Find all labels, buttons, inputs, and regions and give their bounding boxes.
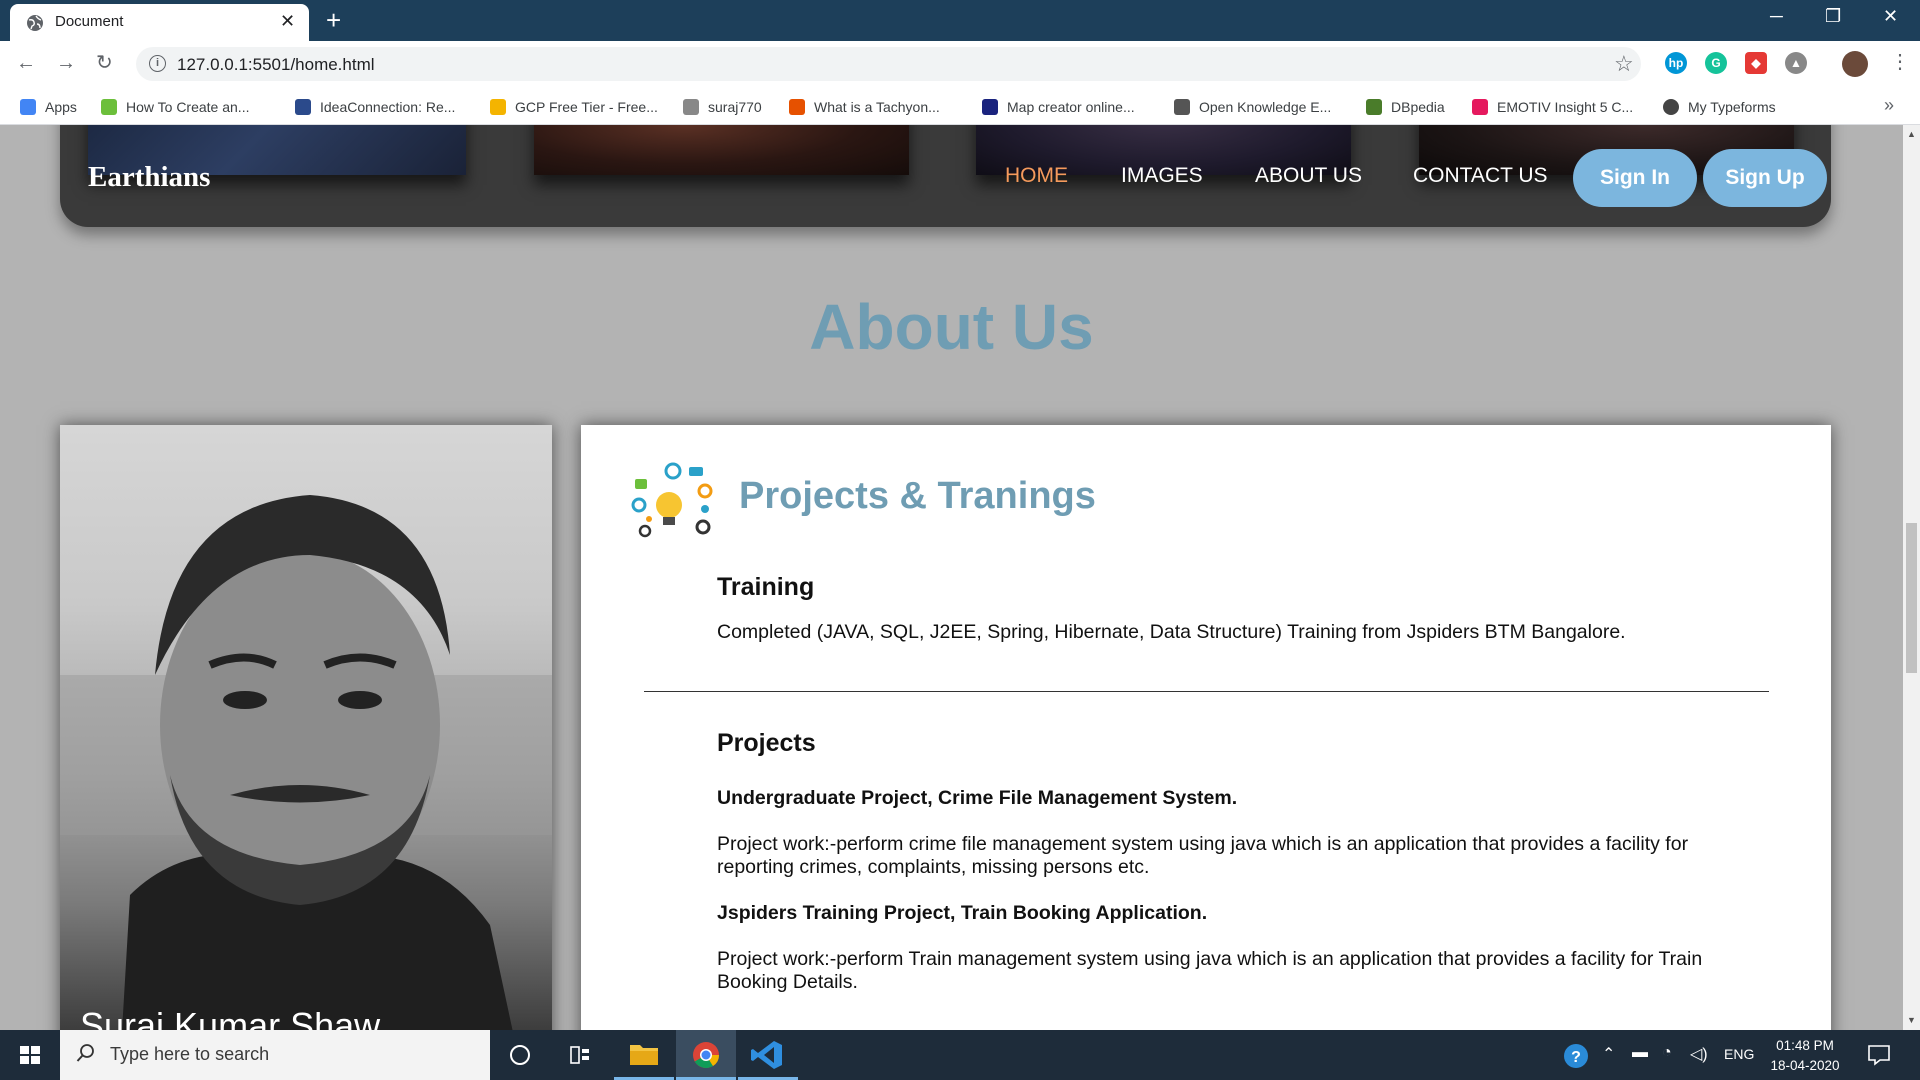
grammarly-icon[interactable]: G [1705,52,1727,74]
new-tab-icon[interactable]: + [326,6,341,34]
task-view-icon[interactable] [550,1030,610,1080]
bookmarks-overflow-icon[interactable]: » [1884,95,1894,116]
page-viewport: Earthians HOME IMAGES ABOUT US CONTACT U… [0,125,1903,1030]
tab-strip: Document ✕ + ─ ❐ ✕ [0,0,1920,41]
tab-title: Document [55,13,124,30]
browser-toolbar: ← → ↻ i 127.0.0.1:5501/home.html ☆ hp G … [0,41,1920,87]
bookmark-item[interactable]: My Typeforms [1663,97,1776,117]
dots-grid-icon [683,99,699,115]
bookmark-item[interactable]: DBpedia [1366,97,1445,117]
dbpedia-icon [1366,99,1382,115]
drive-extension-icon[interactable]: ▲ [1785,52,1807,74]
window-close-icon[interactable]: ✕ [1883,6,1898,26]
clock-time: 01:48 PM [1776,1038,1834,1053]
help-icon[interactable]: ? [1562,1042,1590,1070]
bookmark-item[interactable]: suraj770 [683,97,762,117]
menu-icon[interactable]: ⋮ [1890,49,1910,75]
emotiv-icon [1472,99,1488,115]
taskbar-search-box[interactable]: Type here to search [60,1030,490,1080]
browser-tab[interactable]: Document ✕ [10,4,309,41]
bookmark-item[interactable]: Map creator online... [982,97,1135,117]
wifi-icon[interactable]: ◔ [1662,1044,1672,1062]
nav-images[interactable]: IMAGES [1121,164,1203,188]
section-divider [644,691,1769,692]
bookmark-apps[interactable]: Apps [20,97,77,117]
volume-icon[interactable]: ◁) [1690,1044,1708,1064]
url-text[interactable]: 127.0.0.1:5501/home.html [177,55,375,75]
card-title: Projects & Tranings [739,475,1096,517]
profile-avatar[interactable] [1842,51,1868,77]
tachyon-icon [789,99,805,115]
lightbulb-ideas-icon [631,462,713,538]
page-scrollbar[interactable]: ▲ ▼ [1903,125,1920,1030]
ideaconnection-icon [295,99,311,115]
bookmark-item[interactable]: Open Knowledge E... [1174,97,1331,117]
nav-contact-us[interactable]: CONTACT US [1413,164,1548,188]
restore-icon[interactable]: ❐ [1825,6,1841,26]
zm-icon [982,99,998,115]
training-heading: Training [717,573,815,601]
projects-card: Projects & Tranings Training Completed (… [581,425,1831,1030]
sign-in-button[interactable]: Sign In [1573,149,1697,207]
profile-name: Suraj Kumar Shaw [80,1005,381,1030]
hp-extension-icon[interactable]: hp [1665,52,1687,74]
site-logo[interactable]: Earthians [88,161,210,194]
bookmark-item[interactable]: How To Create an... [101,97,249,117]
globe-icon [27,15,43,31]
forward-icon[interactable]: → [56,52,76,74]
code-icon [101,99,117,115]
scroll-up-icon[interactable]: ▲ [1907,129,1916,139]
language-indicator[interactable]: ENG [1724,1046,1754,1062]
projects-heading: Projects [717,729,816,757]
shield-extension-icon[interactable]: ◆ [1745,52,1767,74]
svg-text:?: ? [1571,1049,1581,1066]
apps-grid-icon [20,99,36,115]
chevron-up-icon[interactable]: ⌃ [1602,1044,1615,1064]
tab-close-icon[interactable]: ✕ [280,12,295,30]
chrome-taskbar-icon[interactable] [676,1030,736,1080]
search-icon [76,1044,94,1062]
project-description: Project work:-perform Train management s… [717,948,1703,993]
scroll-down-icon[interactable]: ▼ [1907,1015,1916,1025]
bookmark-item[interactable]: EMOTIV Insight 5 C... [1472,97,1633,117]
search-placeholder: Type here to search [110,1044,270,1064]
project-title: Undergraduate Project, Crime File Manage… [717,787,1238,809]
vscode-taskbar-icon[interactable] [738,1030,798,1080]
typeform-icon [1663,99,1679,115]
reload-icon[interactable]: ↻ [96,52,113,74]
scroll-thumb[interactable] [1906,523,1917,673]
windows-logo-icon [20,1046,40,1064]
bookmark-item[interactable]: IdeaConnection: Re... [295,97,455,117]
bookmark-star-icon[interactable]: ☆ [1614,51,1634,77]
file-explorer-icon[interactable] [614,1030,674,1080]
page-title: About Us [809,291,1094,363]
globe-icon [1174,99,1190,115]
battery-icon[interactable]: ▬ [1632,1044,1648,1062]
notification-icon[interactable] [1867,1043,1891,1067]
profile-photo-card: Suraj Kumar Shaw [60,425,552,1030]
training-text: Completed (JAVA, SQL, J2EE, Spring, Hibe… [717,621,1626,643]
clock-date: 18-04-2020 [1770,1058,1840,1073]
project-description: Project work:-perform crime file managem… [717,833,1689,878]
back-icon[interactable]: ← [16,52,36,74]
minimize-icon[interactable]: ─ [1770,6,1783,26]
bookmark-item[interactable]: What is a Tachyon... [789,97,940,117]
nav-home[interactable]: HOME [1005,164,1068,188]
clock[interactable]: 01:48 PM 18-04-2020 [1760,1036,1850,1076]
profile-photo [60,495,552,1030]
nav-about-us[interactable]: ABOUT US [1255,164,1362,188]
sign-up-button[interactable]: Sign Up [1703,149,1827,207]
address-bar[interactable]: i 127.0.0.1:5501/home.html ☆ [136,47,1641,81]
bookmarks-bar: Apps How To Create an... IdeaConnection:… [0,87,1920,125]
project-title: Jspiders Training Project, Train Booking… [717,902,1208,924]
windows-start-button[interactable] [0,1030,60,1080]
windows-taskbar: Type here to search ? ⌃ ▬ ◔ ◁) ENG 01:48… [0,1030,1920,1080]
header-banner-image [534,125,909,175]
site-header: Earthians HOME IMAGES ABOUT US CONTACT U… [60,125,1831,227]
google-cloud-icon [490,99,506,115]
cortana-icon[interactable] [490,1030,550,1080]
bookmark-item[interactable]: GCP Free Tier - Free... [490,97,658,117]
site-info-icon[interactable]: i [149,55,166,72]
